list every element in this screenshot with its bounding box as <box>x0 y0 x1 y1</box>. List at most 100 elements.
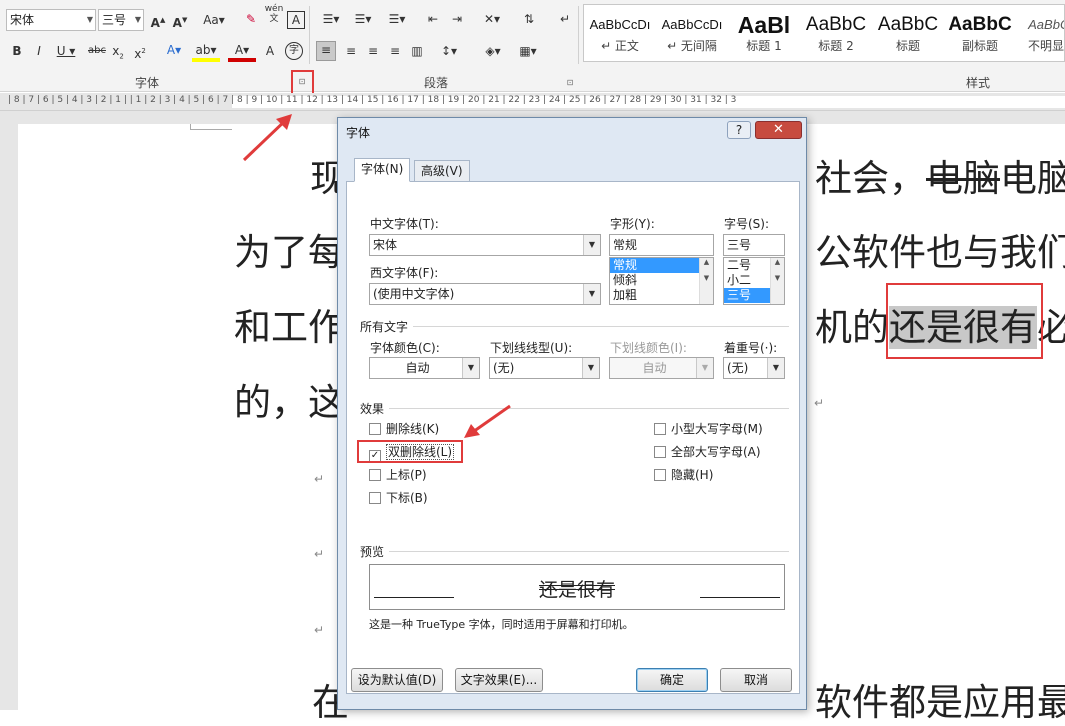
align-center-icon[interactable]: ≡ <box>342 43 360 59</box>
style-name: 标题 2 <box>818 39 854 53</box>
style-heading-2[interactable]: AaBbC 标题 2 <box>800 5 872 61</box>
annotation-box-selection <box>886 283 1043 359</box>
style-no-spacing[interactable]: AaBbCcDı ↵ 无间隔 <box>656 5 728 61</box>
multilevel-list-icon[interactable]: ☰▾ <box>382 11 412 27</box>
style-subtle-emphasis[interactable]: AaBbCc 不明显强 <box>1016 5 1064 61</box>
align-right-icon[interactable]: ≡ <box>364 43 382 59</box>
scrollbar[interactable]: ▲ ▼ <box>770 258 784 304</box>
style-name: 标题 <box>895 39 920 53</box>
increase-indent-icon[interactable]: ⇥ <box>448 11 466 27</box>
show-marks-icon[interactable]: ↵ <box>558 11 572 27</box>
justify-icon[interactable]: ≡ <box>386 43 404 59</box>
char-shading-icon[interactable]: A <box>262 43 278 59</box>
help-button[interactable]: ? <box>727 121 751 139</box>
underline-style-select[interactable]: (无) ▼ <box>489 357 600 379</box>
change-case-icon[interactable]: Aa▾ <box>200 12 228 28</box>
chevron-down-icon: ▼ <box>696 358 713 378</box>
emphasis-select[interactable]: (无) ▼ <box>723 357 785 379</box>
font-style-input[interactable]: 常规 <box>609 234 714 256</box>
horizontal-ruler[interactable]: | 8 | 7 | 6 | 5 | 4 | 3 | 2 | 1 | | 1 | … <box>0 93 1065 111</box>
chevron-down-icon[interactable]: ▼ <box>87 10 93 30</box>
font-color-select[interactable]: 自动 ▼ <box>369 357 480 379</box>
doc-text-span: 社会， <box>815 157 926 200</box>
clear-format-icon[interactable]: ✎ <box>242 11 260 27</box>
strikethrough-icon[interactable]: abc <box>86 43 108 59</box>
shading-icon[interactable]: ◈▾ <box>478 43 508 59</box>
checkbox-box[interactable] <box>654 469 666 481</box>
tab-font[interactable]: 字体(N) <box>354 158 411 182</box>
list-item[interactable]: 倾斜 <box>610 273 713 288</box>
chevron-down-icon[interactable]: ▼ <box>583 235 600 255</box>
style-name: 标题 1 <box>746 39 782 53</box>
preview-text: 还是很有 <box>538 575 616 602</box>
doc-text-line3-left: 和工作 <box>234 306 345 349</box>
shrink-font-icon[interactable]: A▼ <box>172 12 188 31</box>
line-spacing-icon[interactable]: ↕▾ <box>436 43 462 59</box>
phonetic-guide-icon[interactable]: wén 文 <box>264 4 284 24</box>
cancel-button[interactable]: 取消 <box>720 668 792 692</box>
style-subtitle[interactable]: AaBbC 副标题 <box>944 5 1016 61</box>
highlight-color-icon[interactable]: ab▾ <box>192 42 220 62</box>
emphasis-label: 着重号(·): <box>724 341 778 355</box>
style-heading-1[interactable]: AaBl 标题 1 <box>728 5 800 61</box>
font-style-list[interactable]: 常规 倾斜 加粗 ▲ ▼ <box>609 257 714 305</box>
strikethrough-checkbox[interactable]: 删除线(K) <box>369 422 439 436</box>
style-name: 不明显强 <box>1027 39 1064 53</box>
font-size-list[interactable]: 二号 小二 三号 ▲ ▼ <box>723 257 785 305</box>
chevron-down-icon[interactable]: ▼ <box>583 284 600 304</box>
small-caps-checkbox[interactable]: 小型大写字母(M) <box>654 422 763 436</box>
font-size-input[interactable]: 三号 <box>723 234 785 256</box>
chevron-down-icon[interactable]: ▼ <box>462 358 479 378</box>
char-border-icon[interactable]: A <box>287 11 305 29</box>
west-font-select[interactable]: (使用中文字体) ▼ <box>369 283 601 305</box>
font-color-icon[interactable]: A▾ <box>228 42 256 62</box>
style-name: 副标题 <box>961 39 998 53</box>
sort-icon[interactable]: ⇅ <box>520 11 538 27</box>
hidden-checkbox[interactable]: 隐藏(H) <box>654 468 713 482</box>
font-size-combo[interactable]: 三号 ▼ <box>98 9 144 31</box>
numbering-icon[interactable]: ☰▾ <box>350 11 376 27</box>
subscript-checkbox[interactable]: 下标(B) <box>369 491 428 505</box>
text-effects-button[interactable]: 文字效果(E)... <box>455 668 543 692</box>
superscript-checkbox[interactable]: 上标(P) <box>369 468 427 482</box>
checkbox-box[interactable] <box>369 469 381 481</box>
font-name-combo[interactable]: 宋体 ▼ <box>6 9 96 31</box>
checkbox-box[interactable] <box>369 423 381 435</box>
chevron-down-icon[interactable]: ▼ <box>135 10 141 30</box>
bold-icon[interactable]: B <box>10 43 24 59</box>
all-caps-checkbox[interactable]: 全部大写字母(A) <box>654 445 761 459</box>
list-item[interactable]: 常规 <box>610 258 713 273</box>
italic-icon[interactable]: I <box>32 43 46 59</box>
font-color-label: 字体颜色(C): <box>370 341 440 355</box>
tab-advanced[interactable]: 高级(V) <box>414 160 470 182</box>
chevron-down-icon[interactable]: ▼ <box>582 358 599 378</box>
scrollbar[interactable]: ▲ ▼ <box>699 258 713 304</box>
text-effects-icon[interactable]: A▾ <box>162 42 186 58</box>
set-default-button[interactable]: 设为默认值(D) <box>351 668 443 692</box>
styles-group-label: 样式 <box>966 76 991 90</box>
checkbox-box[interactable] <box>654 423 666 435</box>
close-button[interactable]: ✕ <box>755 121 802 139</box>
cn-font-select[interactable]: 宋体 ▼ <box>369 234 601 256</box>
paragraph-dialog-launcher-icon[interactable]: ⊡ <box>565 78 575 88</box>
borders-icon[interactable]: ▦▾ <box>514 43 542 59</box>
grow-font-icon[interactable]: A▲ <box>150 12 166 31</box>
distribute-icon[interactable]: ▥ <box>408 43 426 59</box>
chevron-down-icon[interactable]: ▼ <box>767 358 784 378</box>
style-title[interactable]: AaBbC 标题 <box>872 5 944 61</box>
decrease-indent-icon[interactable]: ⇤ <box>424 11 442 27</box>
ok-button[interactable]: 确定 <box>636 668 708 692</box>
enclose-char-icon[interactable]: 字 <box>285 42 303 60</box>
superscript-icon[interactable]: x2 <box>132 43 148 62</box>
chinese-layout-icon[interactable]: ✕▾ <box>478 11 506 27</box>
subscript-icon[interactable]: x2 <box>110 43 126 64</box>
list-item[interactable]: 加粗 <box>610 288 713 303</box>
style-normal[interactable]: AaBbCcDı ↵ 正文 <box>584 5 656 61</box>
doc-text-line5-right: 软件都是应用最 <box>815 681 1065 724</box>
underline-icon[interactable]: U ▾ <box>54 43 78 59</box>
align-left-icon[interactable]: ≡ <box>316 41 336 61</box>
checkbox-box[interactable] <box>369 492 381 504</box>
bullets-icon[interactable]: ☰▾ <box>318 11 344 27</box>
checkbox-box[interactable] <box>654 446 666 458</box>
font-size-value: 三号 <box>102 13 127 27</box>
